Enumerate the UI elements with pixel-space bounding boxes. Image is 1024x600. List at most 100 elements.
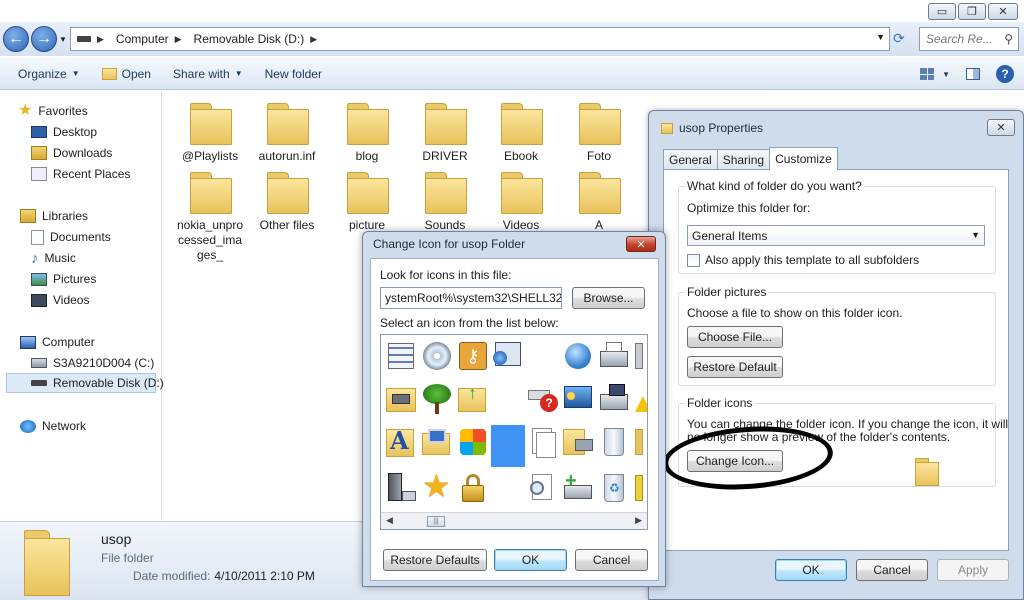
windows-update-icon[interactable]: [456, 425, 490, 459]
partial-icon[interactable]: [633, 339, 647, 373]
optimize-select[interactable]: General Items ▼: [687, 225, 985, 246]
server-icon[interactable]: [384, 471, 418, 505]
partial-icon[interactable]: [633, 471, 647, 505]
control-panel-icon[interactable]: [561, 382, 595, 416]
close-button[interactable]: ✕: [987, 119, 1015, 136]
folder-item[interactable]: Ebook: [483, 99, 559, 164]
folder-arrow-icon[interactable]: ↑: [456, 382, 490, 416]
folder-item[interactable]: @Playlists: [172, 99, 248, 164]
nav-pictures[interactable]: Pictures: [31, 269, 96, 289]
settings-panel-icon[interactable]: [384, 339, 418, 373]
add-printer-icon[interactable]: +: [561, 471, 595, 505]
nav-music[interactable]: ♪ Music: [31, 248, 76, 268]
help-icon[interactable]: ?: [996, 65, 1014, 83]
ok-button[interactable]: OK: [775, 559, 847, 581]
nav-computer[interactable]: Computer: [20, 332, 95, 352]
recycle-bin-full-icon[interactable]: [597, 425, 631, 459]
scroll-left-icon[interactable]: ◀: [386, 515, 393, 526]
font-icon[interactable]: A: [384, 425, 418, 459]
recent-pages-dropdown[interactable]: ▼: [59, 35, 67, 44]
address-bar[interactable]: ▶ Computer ▶ Removable Disk (D:) ▶ ▼: [70, 27, 890, 51]
folder-item[interactable]: Foto: [561, 99, 637, 164]
maximize-button[interactable]: ❐: [958, 3, 986, 20]
nav-downloads[interactable]: Downloads: [31, 143, 112, 163]
change-view-button[interactable]: ▼: [920, 68, 950, 80]
folder-item[interactable]: A: [561, 168, 637, 233]
nav-documents[interactable]: Documents: [31, 227, 111, 247]
chevron-right-icon[interactable]: ▶: [310, 34, 317, 45]
checkbox-box[interactable]: [687, 253, 700, 267]
nav-drive-d[interactable]: Removable Disk (D:): [6, 373, 164, 393]
nav-favorites[interactable]: ★ Favorites: [18, 101, 88, 121]
new-folder-button[interactable]: New folder: [265, 67, 322, 81]
preview-pane-icon[interactable]: [966, 68, 980, 80]
apply-button[interactable]: Apply: [937, 559, 1009, 581]
organize-button[interactable]: Organize ▼: [18, 67, 80, 81]
nav-libraries[interactable]: Libraries: [20, 206, 88, 226]
window-globe-icon[interactable]: [491, 339, 525, 373]
breadcrumb-removable-disk[interactable]: Removable Disk (D:) ▶: [188, 32, 324, 46]
printer-icon[interactable]: [597, 339, 631, 373]
apply-subfolders-checkbox[interactable]: Also apply this template to all subfolde…: [687, 253, 919, 267]
folder-item[interactable]: picture: [329, 168, 405, 233]
warning-icon[interactable]: [633, 382, 647, 416]
search-document-icon[interactable]: [526, 471, 560, 505]
drive-folder-icon[interactable]: [384, 382, 418, 416]
tree-icon[interactable]: [420, 382, 454, 416]
icon-list[interactable]: ⚷ ↑ ? A ★ + ♻ ◀ ||| ▶: [380, 334, 648, 530]
folder-printer-icon[interactable]: [561, 425, 595, 459]
cd-drive-icon[interactable]: [420, 339, 454, 373]
minimize-button[interactable]: ▭: [928, 3, 956, 20]
folder-item[interactable]: nokia_unprocessed_images_: [175, 168, 245, 263]
browse-button[interactable]: Browse...: [572, 287, 645, 309]
tab-sharing[interactable]: Sharing: [716, 149, 771, 169]
icon-list-scrollbar[interactable]: ◀ ||| ▶: [381, 512, 647, 529]
documents-stack-icon[interactable]: [526, 425, 560, 459]
favorite-star-icon[interactable]: ★: [420, 469, 454, 505]
back-button[interactable]: ←: [3, 26, 29, 52]
restore-default-button[interactable]: Restore Default: [687, 356, 783, 378]
folder-item[interactable]: blog: [329, 99, 405, 164]
recycle-bin-icon[interactable]: ♻: [597, 471, 631, 505]
share-with-button[interactable]: Share with ▼: [173, 67, 243, 81]
folder-item[interactable]: Other files: [249, 168, 325, 233]
cancel-button[interactable]: Cancel: [856, 559, 928, 581]
nav-network[interactable]: Network: [20, 416, 86, 436]
cancel-button[interactable]: Cancel: [575, 549, 648, 571]
choose-file-button[interactable]: Choose File...: [687, 326, 783, 348]
breadcrumb-computer[interactable]: Computer ▶: [110, 32, 188, 46]
tab-general[interactable]: General: [663, 149, 718, 169]
scroll-thumb[interactable]: |||: [427, 516, 445, 527]
folder-item[interactable]: DRIVER: [407, 99, 483, 164]
error-icon[interactable]: ?: [526, 382, 560, 416]
refresh-button[interactable]: ⟳: [893, 30, 905, 47]
nav-desktop[interactable]: Desktop: [31, 122, 97, 142]
folder-item[interactable]: Sounds: [407, 168, 483, 233]
restore-defaults-button[interactable]: Restore Defaults: [383, 549, 487, 571]
computer-folder-icon[interactable]: [420, 425, 454, 459]
open-button[interactable]: Open: [101, 67, 151, 81]
forward-button[interactable]: →: [31, 26, 57, 52]
nav-recent-places[interactable]: Recent Places: [31, 164, 130, 184]
icon-file-path-input[interactable]: ystemRoot%\system32\SHELL32.dll: [380, 287, 562, 309]
search-input[interactable]: Search Re... ⚲: [919, 27, 1019, 51]
change-icon-button[interactable]: Change Icon...: [687, 450, 783, 472]
chevron-right-icon[interactable]: ▶: [97, 34, 104, 45]
partial-icon[interactable]: [633, 425, 647, 459]
padlock-icon[interactable]: [456, 471, 490, 505]
close-button[interactable]: ✕: [626, 236, 656, 252]
tab-customize[interactable]: Customize: [769, 147, 838, 170]
selected-icon-cell[interactable]: [491, 425, 525, 467]
key-icon[interactable]: ⚷: [456, 339, 490, 373]
nav-videos[interactable]: Videos: [31, 290, 89, 310]
folder-item[interactable]: autorun.inf: [249, 99, 325, 164]
chevron-right-icon[interactable]: ▶: [175, 34, 182, 45]
address-dropdown[interactable]: ▼: [876, 32, 885, 42]
folder-item[interactable]: Videos: [483, 168, 559, 233]
scroll-right-icon[interactable]: ▶: [635, 515, 642, 526]
floppy-printer-icon[interactable]: [597, 382, 631, 416]
close-button[interactable]: ✕: [988, 3, 1018, 20]
network-globe-icon[interactable]: [561, 339, 595, 373]
nav-drive-c[interactable]: S3A9210D004 (C:): [31, 353, 154, 373]
ok-button[interactable]: OK: [494, 549, 567, 571]
